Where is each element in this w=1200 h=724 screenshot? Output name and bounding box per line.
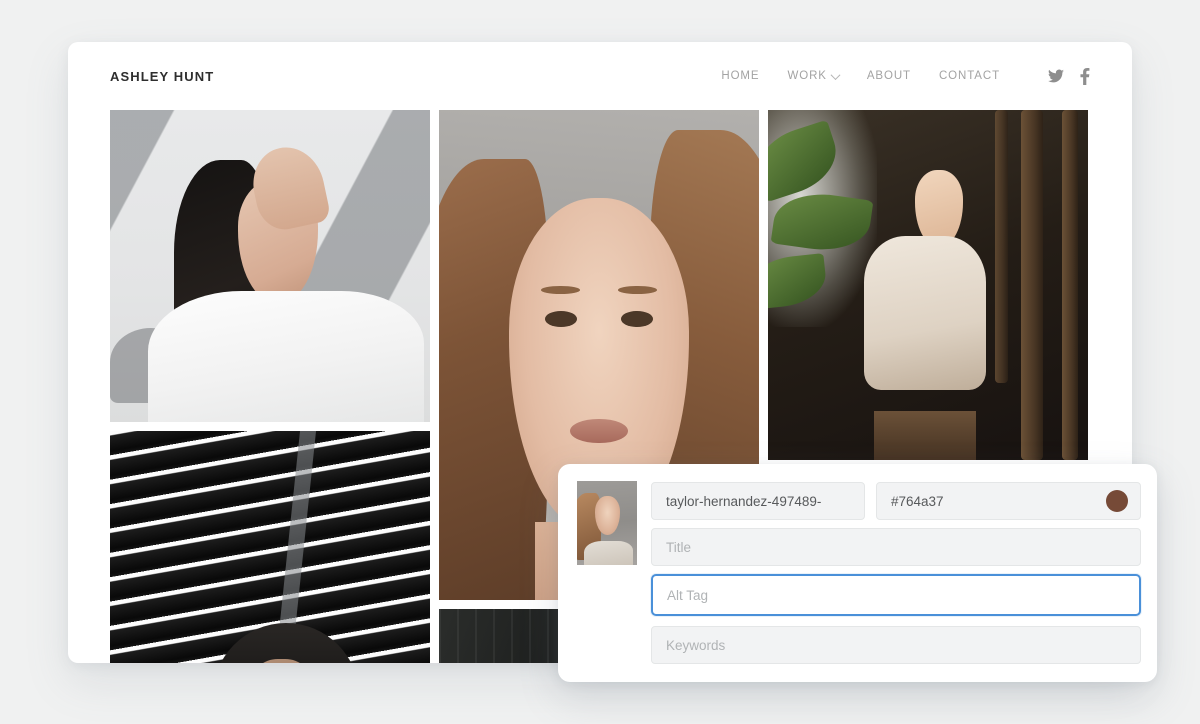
trunk-shape <box>1062 110 1079 460</box>
shirt-shape <box>148 290 424 422</box>
photo-jungle[interactable] <box>768 110 1088 460</box>
main-nav: HOME WORK ABOUT CONTACT <box>721 67 1090 85</box>
post-decor <box>278 431 317 641</box>
hood-shape <box>212 623 360 663</box>
nav-item-home[interactable]: HOME <box>721 70 759 82</box>
panel-thumbnail[interactable] <box>577 481 637 565</box>
gallery-column-1 <box>110 110 430 663</box>
keywords-field[interactable]: Keywords <box>651 626 1141 664</box>
nav-item-contact[interactable]: CONTACT <box>939 70 1000 82</box>
field-row-top: taylor-hernandez-497489- #764a37 <box>651 482 1141 520</box>
body-shape <box>584 541 634 565</box>
photo-asian-portrait[interactable] <box>110 110 430 422</box>
nav-item-work[interactable]: WORK <box>787 69 841 82</box>
photo-blinds[interactable] <box>110 431 430 663</box>
twitter-icon[interactable] <box>1048 69 1064 83</box>
alt-tag-placeholder: Alt Tag <box>667 587 709 603</box>
metadata-panel: taylor-hernandez-497489- #764a37 Title A… <box>558 464 1157 682</box>
top-shape <box>864 236 986 390</box>
filename-value: taylor-hernandez-497489- <box>666 493 822 509</box>
site-header: ASHLEY HUNT HOME WORK ABOUT CONTACT <box>68 42 1132 110</box>
facebook-icon[interactable] <box>1080 67 1090 85</box>
brand-logo[interactable]: ASHLEY HUNT <box>110 69 214 84</box>
nav-item-about[interactable]: ABOUT <box>867 70 911 82</box>
lips-shape <box>570 418 628 444</box>
eye-right-shape <box>621 310 654 327</box>
color-field[interactable]: #764a37 <box>876 482 1141 520</box>
nav-item-contact-label: CONTACT <box>938 70 1000 82</box>
social-group <box>1048 67 1090 85</box>
pants-shape <box>873 411 976 460</box>
alt-tag-field[interactable]: Alt Tag <box>651 574 1141 616</box>
nav-item-about-label: ABOUT <box>866 70 911 82</box>
color-value: #764a37 <box>891 493 944 509</box>
keywords-placeholder: Keywords <box>666 637 726 653</box>
trunk-shape <box>1020 110 1044 460</box>
filename-field[interactable]: taylor-hernandez-497489- <box>651 482 865 520</box>
nav-item-home-label: HOME <box>721 70 760 82</box>
nav-item-work-label: WORK <box>787 70 827 82</box>
chevron-down-icon <box>830 69 841 80</box>
title-field[interactable]: Title <box>651 528 1141 566</box>
color-swatch[interactable] <box>1106 490 1128 512</box>
trunk-shape <box>995 110 1008 383</box>
face-shape <box>595 496 621 535</box>
title-placeholder: Title <box>666 539 692 555</box>
panel-fields: taylor-hernandez-497489- #764a37 Title A… <box>651 481 1141 665</box>
eye-left-shape <box>544 310 577 327</box>
